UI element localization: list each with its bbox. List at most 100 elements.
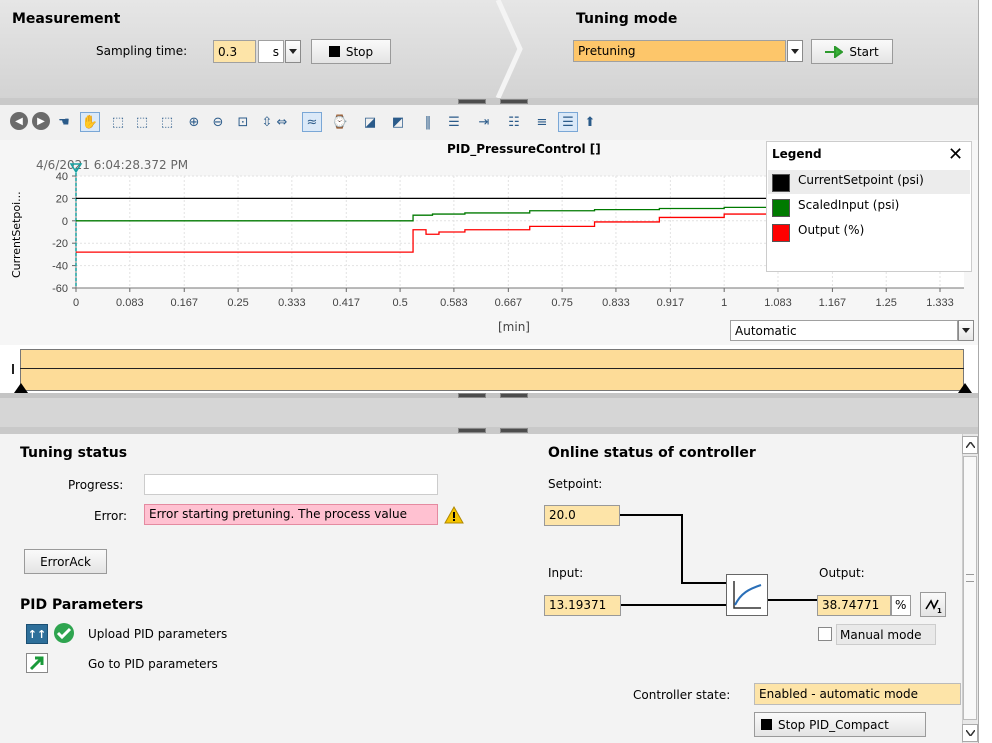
x-tick-label: 0: [73, 297, 79, 309]
splitter-handle[interactable]: [500, 99, 528, 104]
forward-icon[interactable]: ▶: [32, 112, 50, 130]
check-ok-icon: [54, 623, 74, 643]
sampling-time-label: Sampling time:: [96, 44, 188, 58]
tuning-mode-select[interactable]: Pretuning: [573, 40, 786, 62]
legend-close-icon[interactable]: ✕: [948, 144, 963, 165]
hand-pointer-icon[interactable]: ☚: [54, 112, 74, 132]
errorack-button[interactable]: ErrorAck: [24, 549, 107, 574]
legend-item[interactable]: CurrentSetpoint (psi): [768, 170, 970, 194]
upload-parameters-icon[interactable]: ↑↑: [26, 624, 48, 644]
back-icon[interactable]: ◀: [10, 112, 28, 130]
goto-parameters-icon[interactable]: [26, 653, 48, 673]
tuning-mode-dropdown-arrow[interactable]: [787, 40, 803, 62]
scroll-down-arrow-icon[interactable]: [962, 724, 978, 742]
pid-response-icon: [733, 581, 762, 609]
stop-measurement-label: Stop: [345, 44, 374, 59]
error-label: Error:: [94, 509, 128, 523]
auto-scroll-icon[interactable]: ⇥: [474, 112, 494, 132]
stop-pid-compact-button[interactable]: Stop PID_Compact: [754, 712, 926, 737]
input-value: 13.19371: [544, 595, 621, 616]
x-tick-label: 0.917: [657, 297, 685, 309]
overview-range[interactable]: [20, 349, 964, 391]
sampling-unit-select[interactable]: s: [258, 40, 284, 63]
legend-title: Legend: [772, 147, 822, 161]
measurement-title: Measurement: [12, 11, 121, 27]
legend-swatch: [772, 174, 790, 192]
pid-tuning-window: Measurement Sampling time: 0.3 s Stop Tu…: [0, 0, 992, 743]
splitter-handle[interactable]: [458, 99, 486, 104]
start-arrow-icon: [825, 45, 844, 58]
export-icon[interactable]: ⬆: [580, 112, 600, 132]
svg-text:1: 1: [937, 607, 942, 613]
cursor-vertical-icon[interactable]: ‖: [418, 112, 438, 132]
legend-swatch: [772, 224, 790, 242]
x-tick-label: 0.333: [278, 297, 306, 309]
overview-tick: [12, 364, 14, 374]
controller-state-label: Controller state:: [633, 688, 731, 702]
x-tick-label: 0.167: [170, 297, 198, 309]
zoom-x-icon[interactable]: ⬚: [132, 112, 152, 132]
y-tick-label: 0: [62, 216, 68, 228]
line-style-icon[interactable]: ◪: [360, 112, 380, 132]
x-tick-label: 0.417: [333, 297, 361, 309]
time-stamp-icon[interactable]: ⌚: [330, 112, 350, 132]
splitter-handle[interactable]: [500, 428, 528, 433]
goto-parameters-link[interactable]: Go to PID parameters: [88, 657, 218, 671]
scale-x-icon[interactable]: ⇔: [272, 112, 292, 132]
x-tick-label: 0.083: [116, 297, 144, 309]
zoom-y-icon[interactable]: ⬚: [157, 112, 177, 132]
sampling-time-input[interactable]: 0.3: [213, 40, 256, 63]
pan-icon[interactable]: ✋: [80, 112, 100, 132]
top-splitter[interactable]: [0, 98, 992, 105]
x-tick-label: 0.25: [227, 297, 248, 309]
legend-list-icon[interactable]: ☷: [504, 112, 524, 132]
bottom-splitter[interactable]: [0, 427, 978, 434]
zoom-region-icon[interactable]: ⬚: [108, 112, 128, 132]
legend-left-icon[interactable]: ≡: [532, 112, 552, 132]
overview-left-handle-icon[interactable]: [14, 383, 28, 393]
start-tuning-button[interactable]: Start: [811, 39, 893, 64]
legend-swatch: [772, 199, 790, 217]
splitter-handle[interactable]: [500, 393, 528, 398]
signal-icon[interactable]: ≈: [302, 112, 322, 132]
overview-right-handle-icon[interactable]: [958, 383, 972, 393]
splitter-handle[interactable]: [458, 428, 486, 433]
legend-right-icon[interactable]: ☰: [558, 112, 578, 132]
output-unit: %: [891, 595, 911, 616]
x-tick-label: 0.833: [602, 297, 630, 309]
errorack-label: ErrorAck: [40, 554, 91, 569]
stop-pid-compact-label: Stop PID_Compact: [778, 717, 889, 732]
output-trend-button[interactable]: 1: [920, 592, 946, 617]
overview-line: [20, 368, 964, 369]
bottom-splitter[interactable]: [0, 393, 978, 398]
scroll-up-arrow-icon[interactable]: [962, 436, 978, 454]
legend-item[interactable]: Output (%): [768, 220, 970, 244]
manual-mode-label: Manual mode: [840, 628, 922, 642]
zoom-in-icon[interactable]: ⊕: [184, 112, 204, 132]
upload-parameters-link[interactable]: Upload PID parameters: [88, 627, 227, 641]
online-status-title: Online status of controller: [548, 445, 756, 461]
splitter-handle[interactable]: [458, 393, 486, 398]
cursor-horizontal-icon[interactable]: ☰: [444, 112, 464, 132]
y-tick-label: -60: [52, 283, 68, 295]
controller-state-value: Enabled - automatic mode: [754, 683, 961, 705]
scale-mode-dropdown-arrow[interactable]: [958, 320, 974, 341]
x-tick-label: 0.583: [440, 297, 468, 309]
y-tick-label: 40: [56, 171, 68, 183]
legend-item[interactable]: ScaledInput (psi): [768, 195, 970, 219]
setpoint-value: 20.0: [544, 505, 620, 526]
zoom-out-icon[interactable]: ⊖: [208, 112, 228, 132]
start-tuning-label: Start: [849, 44, 879, 59]
scroll-thumb[interactable]: [963, 456, 977, 720]
y-tick-label: 20: [56, 193, 68, 205]
manual-mode-checkbox[interactable]: [818, 627, 832, 641]
sampling-unit-dropdown-arrow[interactable]: [285, 40, 301, 63]
legend-item-label: ScaledInput (psi): [798, 198, 900, 212]
x-tick-label: 1.167: [819, 297, 847, 309]
header-chevron-separator: [495, 0, 523, 98]
zoom-100-icon[interactable]: ⊡: [233, 112, 253, 132]
scale-mode-select[interactable]: Automatic: [730, 320, 958, 341]
stop-measurement-button[interactable]: Stop: [311, 39, 391, 64]
tuning-mode-title: Tuning mode: [576, 11, 678, 27]
step-style-icon[interactable]: ◩: [388, 112, 408, 132]
